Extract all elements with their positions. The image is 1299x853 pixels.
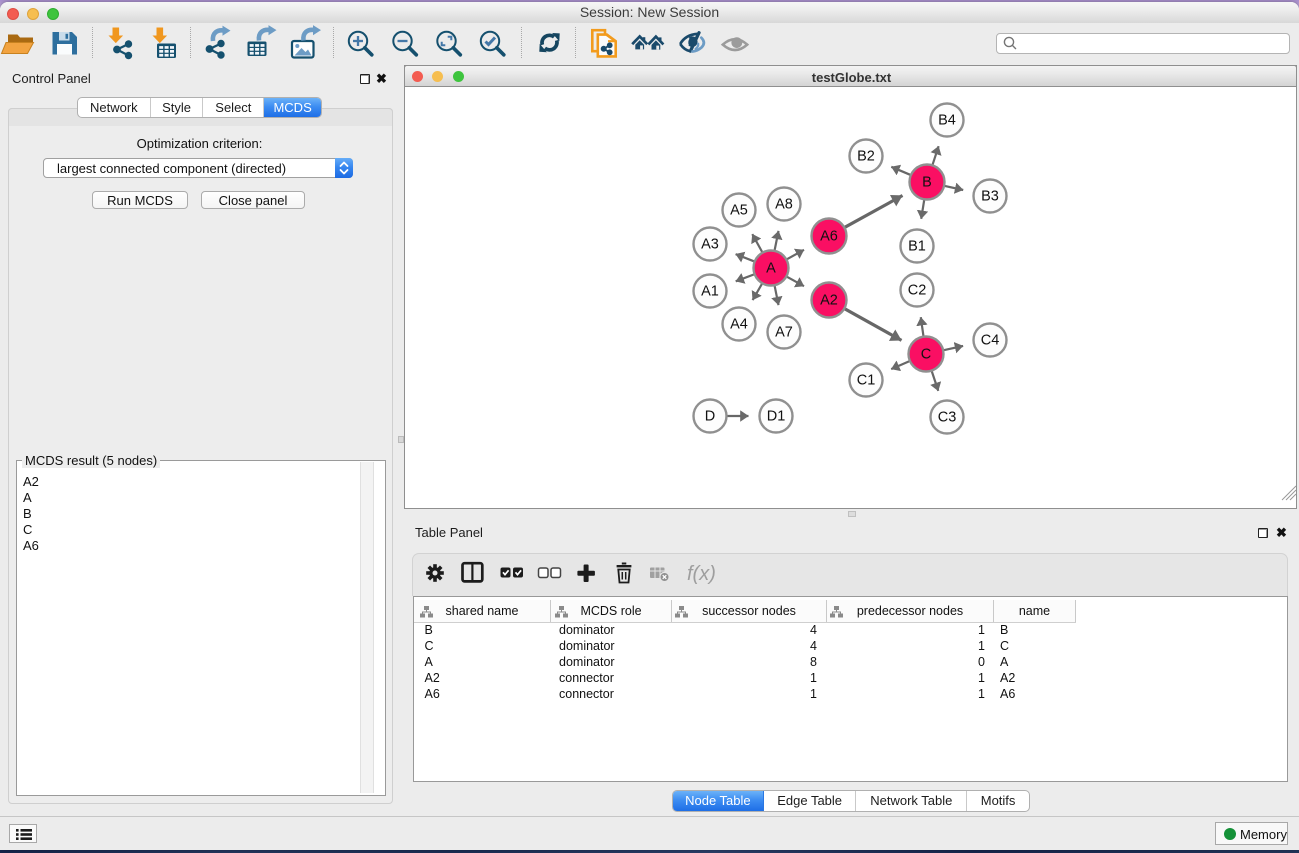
svg-text:C3: C3 <box>938 410 957 426</box>
svg-text:C1: C1 <box>857 373 876 389</box>
svg-text:B4: B4 <box>938 113 956 129</box>
svg-text:A4: A4 <box>730 317 748 333</box>
svg-text:D1: D1 <box>767 409 786 425</box>
svg-text:A1: A1 <box>701 284 719 300</box>
svg-text:B: B <box>922 175 932 191</box>
svg-text:A2: A2 <box>820 293 838 309</box>
svg-text:A8: A8 <box>775 197 793 213</box>
svg-text:C4: C4 <box>981 333 1000 349</box>
svg-text:A: A <box>766 261 776 277</box>
svg-text:f(x): f(x) <box>687 563 716 585</box>
svg-text:D: D <box>705 409 715 425</box>
svg-text:A6: A6 <box>820 229 838 245</box>
svg-text:A3: A3 <box>701 237 719 253</box>
svg-text:B1: B1 <box>908 239 926 255</box>
svg-text:A7: A7 <box>775 325 793 341</box>
svg-text:B2: B2 <box>857 149 875 165</box>
svg-text:A5: A5 <box>730 203 748 219</box>
svg-text:B3: B3 <box>981 189 999 205</box>
svg-text:C2: C2 <box>908 283 927 299</box>
svg-text:C: C <box>921 347 931 363</box>
